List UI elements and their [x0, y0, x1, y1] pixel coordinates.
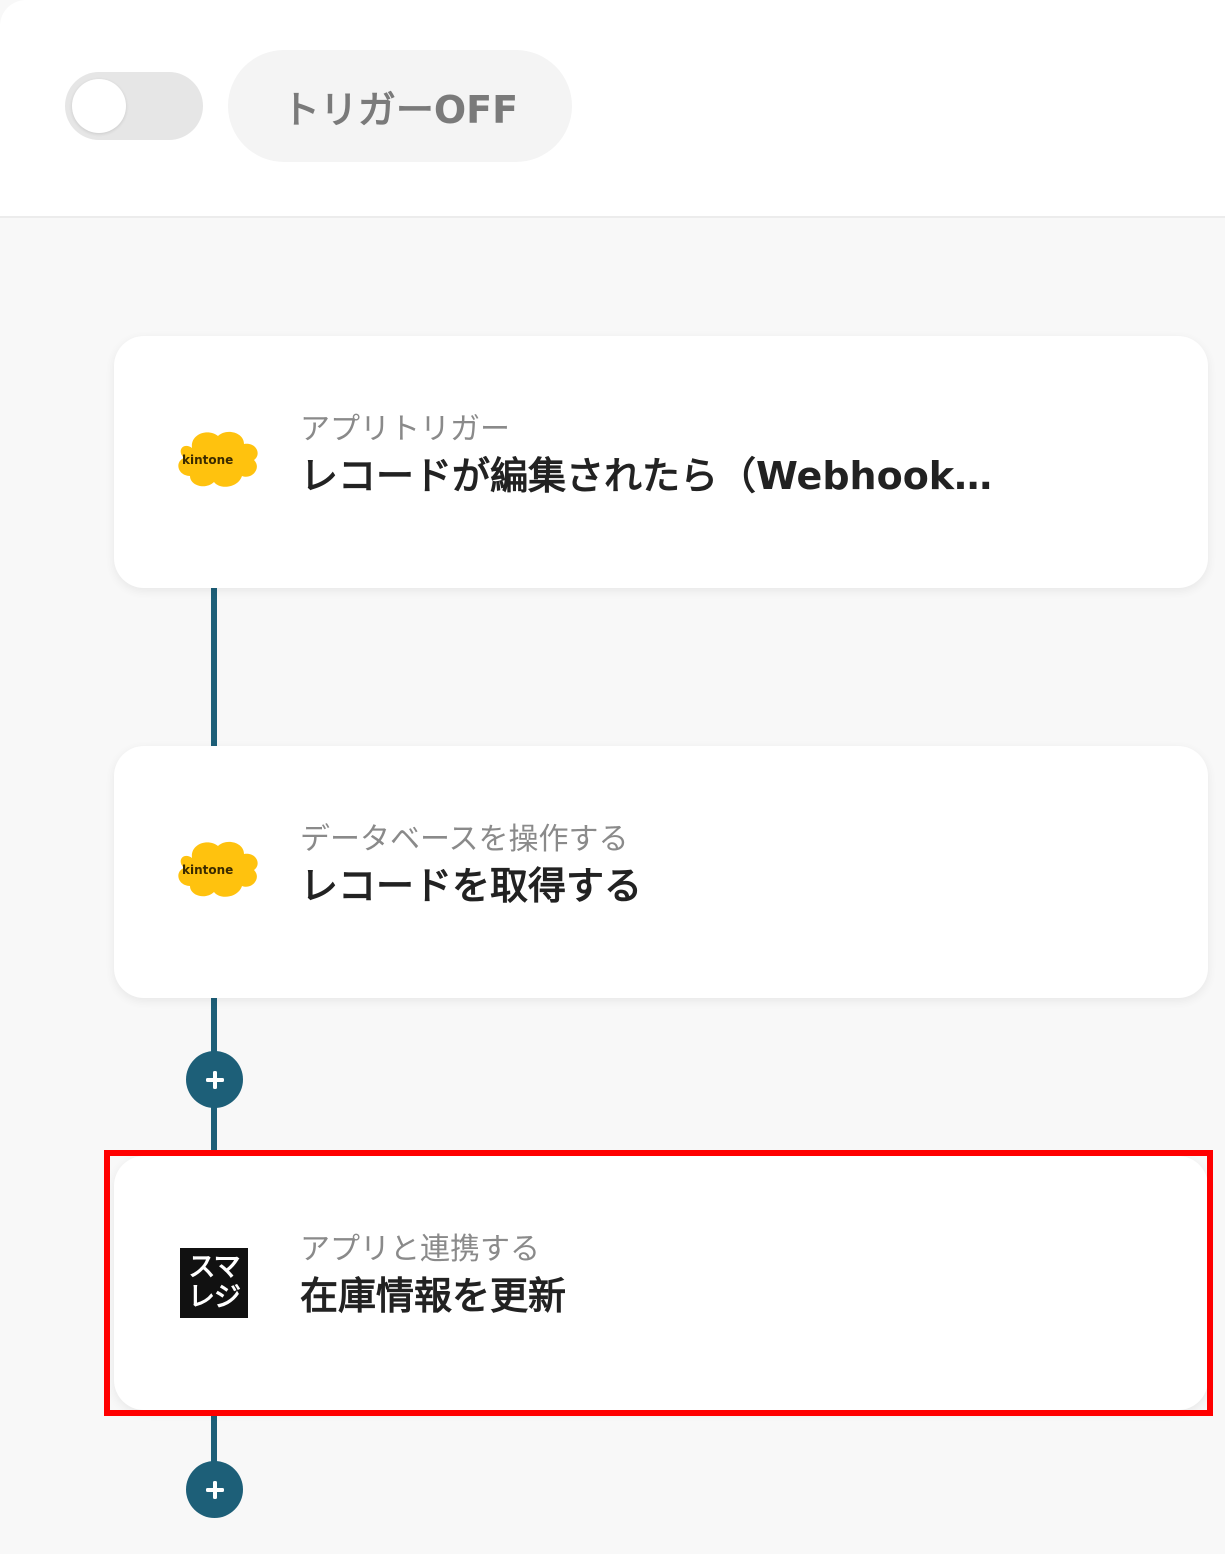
step-title: レコードが編集されたら（Webhook…	[300, 454, 993, 498]
step-title: レコードを取得する	[300, 864, 643, 908]
smaregi-icon-line2: レジ	[188, 1282, 241, 1313]
flow-connector	[211, 588, 217, 746]
kintone-icon: kintone	[172, 836, 264, 908]
kintone-icon-text: kintone	[182, 863, 233, 877]
add-step-button[interactable]	[186, 1051, 243, 1108]
kintone-icon: kintone	[172, 426, 264, 498]
step-category: アプリと連携する	[300, 1232, 540, 1267]
flow-step-card[interactable]: kintone データベースを操作する レコードを取得する	[114, 746, 1208, 998]
smaregi-icon-line1: スマ	[188, 1252, 240, 1283]
flow-step-card[interactable]: スマ レジ アプリと連携する 在庫情報を更新	[114, 1156, 1208, 1410]
trigger-status-label: トリガーOFF	[281, 87, 519, 132]
trigger-toggle[interactable]	[65, 72, 203, 140]
flow-step-card[interactable]: kintone アプリトリガー レコードが編集されたら（Webhook…	[114, 336, 1208, 588]
plus-icon	[205, 1070, 224, 1089]
smaregi-icon: スマ レジ	[180, 1248, 248, 1318]
step-category: データベースを操作する	[300, 822, 629, 857]
toggle-knob	[72, 79, 126, 133]
step-title: 在庫情報を更新	[300, 1274, 567, 1318]
add-step-button[interactable]	[186, 1461, 243, 1518]
step-category: アプリトリガー	[300, 412, 510, 447]
kintone-icon-text: kintone	[182, 453, 233, 467]
plus-icon	[205, 1480, 224, 1499]
flow-header: トリガーOFF	[0, 0, 1225, 218]
trigger-status-pill: トリガーOFF	[228, 50, 572, 162]
flow-connector	[211, 1408, 217, 1468]
